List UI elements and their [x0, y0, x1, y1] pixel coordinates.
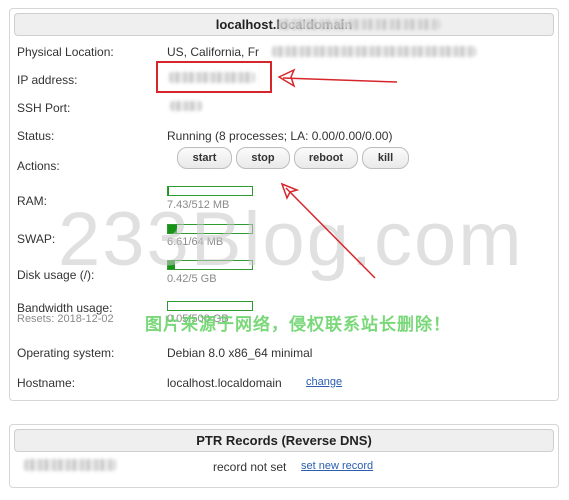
- ip-arrow-line: [282, 77, 398, 83]
- ip-highlight-box: [156, 61, 272, 93]
- stop-arrow-line: [285, 187, 376, 279]
- annotation-overlay: [156, 61, 398, 279]
